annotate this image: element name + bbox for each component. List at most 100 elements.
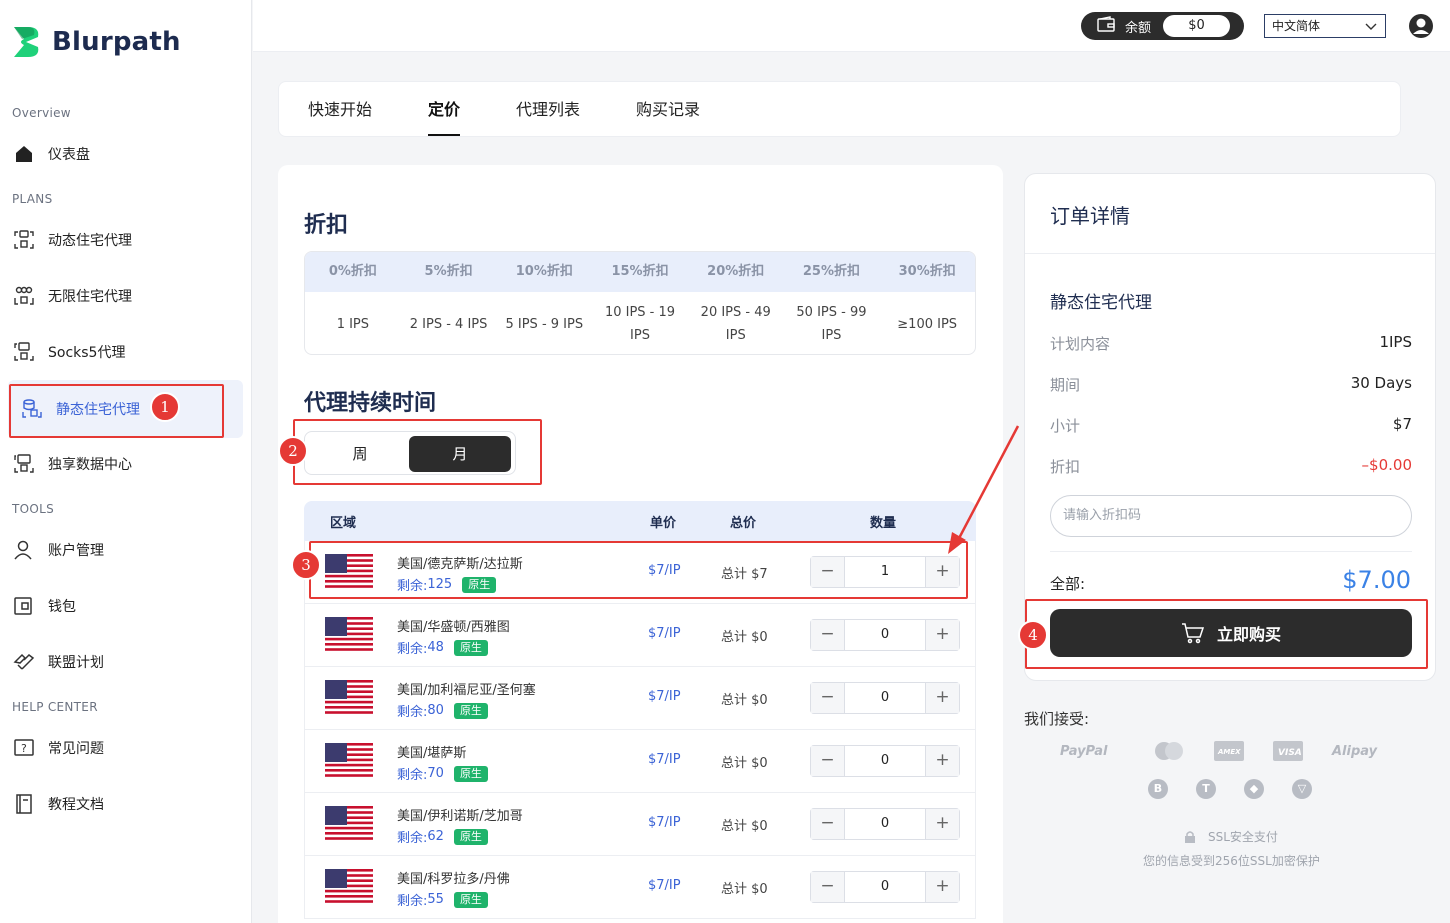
quantity-input[interactable]: 0: [844, 683, 926, 713]
stock-count: 70: [427, 766, 444, 781]
coupon-input[interactable]: 请输入折扣码: [1050, 495, 1412, 537]
bitcoin-icon: B: [1148, 779, 1168, 799]
col-quantity: 数量: [870, 516, 897, 531]
annotation-marker-3: 3: [291, 550, 321, 580]
sidebar-item-socks5[interactable]: Socks5代理: [12, 332, 242, 372]
paypal-logo: PayPal: [1060, 743, 1108, 759]
sidebar-item-rotating-residential[interactable]: 动态住宅代理: [12, 220, 242, 260]
brand-logo[interactable]: Blurpath: [12, 24, 181, 60]
sidebar-item-label: 钱包: [48, 599, 76, 615]
stock-count: 55: [427, 892, 444, 907]
order-row-period: 期间 30 Days: [1050, 374, 1412, 395]
discount-range-row: 1 IPS 2 IPS - 4 IPS 5 IPS - 9 IPS 10 IPS - …: [305, 292, 975, 354]
logo-icon: [12, 25, 42, 59]
unit-price: $7/IP: [648, 626, 681, 641]
order-row-value: –$0.00: [1361, 456, 1412, 474]
tab-quick-start[interactable]: 快速开始: [308, 82, 372, 138]
quantity-input[interactable]: 0: [844, 746, 926, 776]
sidebar-item-docs[interactable]: 教程文档: [12, 784, 242, 824]
tab-pricing[interactable]: 定价: [428, 82, 461, 138]
balance-label: 余额: [1125, 20, 1152, 36]
language-select[interactable]: 中文简体: [1264, 14, 1386, 38]
region-name: 美国/科罗拉多/丹佛: [397, 872, 510, 887]
ssl-description: 您的信息受到256位SSL加密保护: [1143, 854, 1320, 868]
annotation-arrow: [948, 425, 1020, 554]
stock-prefix: 剩余:: [397, 705, 428, 720]
section-overview: Overview: [12, 106, 71, 120]
sidebar-item-account[interactable]: 账户管理: [12, 530, 242, 570]
discount-header-cell: 5%折扣: [424, 264, 473, 279]
language-value: 中文简体: [1272, 19, 1321, 33]
row-total: 总计 $0: [721, 630, 768, 645]
decrement-button[interactable]: −: [811, 620, 844, 650]
sidebar-item-label: 联盟计划: [48, 655, 104, 671]
us-flag-icon: [325, 680, 373, 716]
discount-range-cell: 2 IPS - 4 IPS: [409, 316, 488, 332]
increment-button[interactable]: +: [926, 683, 959, 713]
order-product: 静态住宅代理: [1050, 293, 1152, 313]
sidebar-item-faq[interactable]: ? 常见问题: [12, 728, 242, 768]
home-icon: [12, 142, 36, 166]
proxy-icon: [12, 340, 36, 364]
us-flag-icon: [325, 806, 373, 842]
sidebar-item-datacenter[interactable]: 独享数据中心: [12, 444, 242, 484]
sidebar-item-affiliate[interactable]: 联盟计划: [12, 642, 242, 682]
order-row-label: 期间: [1050, 376, 1081, 394]
discount-header-cell: 0%折扣: [328, 264, 377, 279]
native-badge: 原生: [453, 639, 488, 656]
row-total: 总计 $0: [721, 882, 768, 897]
col-region: 区域: [330, 516, 357, 531]
row-total: 总计 $0: [721, 819, 768, 834]
region-name: 美国/堪萨斯: [397, 746, 467, 761]
discount-title: 折扣: [304, 213, 349, 238]
ssl-title: SSL安全支付: [1182, 828, 1278, 845]
avatar-icon[interactable]: [1408, 13, 1434, 39]
sidebar-item-label: 仪表盘: [48, 147, 90, 163]
region-stock: 剩余: 55 原生: [397, 890, 488, 909]
alipay-logo: Alipay: [1332, 743, 1378, 759]
quantity-input[interactable]: 0: [844, 872, 926, 902]
order-row-label: 小计: [1050, 417, 1081, 435]
order-row-label: 计划内容: [1050, 335, 1111, 353]
increment-button[interactable]: +: [926, 620, 959, 650]
stock-count: 48: [427, 640, 444, 655]
divider: [1025, 253, 1435, 254]
tabs-bar: 快速开始 定价 代理列表 购买记录: [278, 81, 1401, 137]
discount-range-cell: 20 IPS - 49 IPS: [700, 305, 771, 343]
annotation-marker-4: 4: [1018, 620, 1048, 650]
sidebar-item-unlimited-residential[interactable]: 无限住宅代理: [12, 276, 242, 316]
table-row: 美国/堪萨斯 剩余: 70 原生 $7/IP 总计 $0 − 0 +: [304, 730, 976, 793]
decrement-button[interactable]: −: [811, 872, 844, 902]
sidebar-item-label: 独享数据中心: [48, 457, 132, 473]
tab-proxy-list[interactable]: 代理列表: [516, 82, 580, 138]
ethereum-icon: ◆: [1244, 779, 1264, 799]
region-table-header: 区域 单价 总价 数量: [304, 501, 976, 541]
native-badge: 原生: [453, 702, 488, 719]
sidebar-item-dashboard[interactable]: 仪表盘: [12, 134, 242, 174]
accept-label: 我们接受:: [1024, 710, 1090, 728]
decrement-button[interactable]: −: [811, 683, 844, 713]
discount-range-cell: 5 IPS - 9 IPS: [505, 316, 584, 332]
quantity-input[interactable]: 0: [844, 620, 926, 650]
tab-purchase-history[interactable]: 购买记录: [636, 82, 700, 138]
increment-button[interactable]: +: [926, 872, 959, 902]
decrement-button[interactable]: −: [811, 746, 844, 776]
order-row-label: 折扣: [1050, 458, 1081, 476]
increment-button[interactable]: +: [926, 809, 959, 839]
discount-range-cell: 50 IPS - 99 IPS: [796, 305, 867, 343]
sidebar-item-label: Socks5代理: [48, 345, 126, 361]
sidebar-item-wallet[interactable]: 钱包: [12, 586, 242, 626]
annotation-marker-2: 2: [278, 436, 308, 466]
decrement-button[interactable]: −: [811, 809, 844, 839]
divider: [1050, 551, 1412, 552]
balance-pill[interactable]: 余额 $0: [1081, 12, 1244, 40]
order-row-plan: 计划内容 1IPS: [1050, 333, 1412, 354]
payment-methods: PayPal AMEX VISA Alipay: [1060, 738, 1400, 768]
increment-button[interactable]: +: [926, 746, 959, 776]
stock-prefix: 剩余:: [397, 831, 428, 846]
col-total: 总价: [730, 516, 757, 531]
duration-title: 代理持续时间: [304, 391, 437, 416]
discount-range-cell: 1 IPS: [336, 316, 370, 332]
total-value: $7.00: [1342, 566, 1411, 594]
quantity-input[interactable]: 0: [844, 809, 926, 839]
